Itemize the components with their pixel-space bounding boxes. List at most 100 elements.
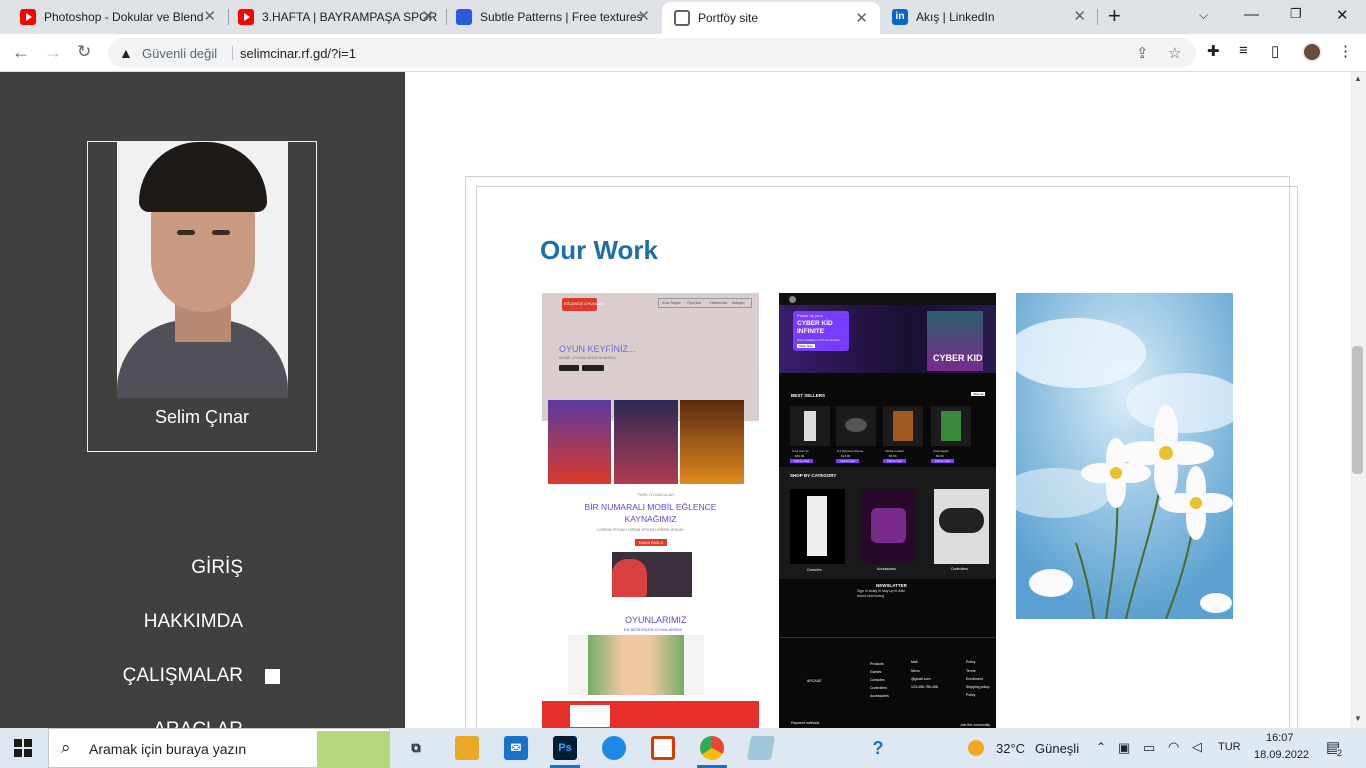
cyber-footer-link: 123-456-789-456 (911, 685, 938, 689)
tab-title: Akış | LinkedIn (916, 10, 995, 24)
cyber-newsletter-text2: brand new boring (857, 594, 885, 598)
close-icon[interactable]: ✕ (421, 9, 434, 25)
cyber-product-name: Cool Gen 3x (792, 449, 809, 453)
close-icon[interactable]: ✕ (1073, 9, 1086, 25)
profile-avatar[interactable] (1302, 42, 1322, 62)
windows-start-icon[interactable] (14, 739, 32, 757)
url-text[interactable]: selimcinar.rf.gd/?i=1 (240, 46, 356, 61)
bookmark-star-icon[interactable]: ☆ (1168, 44, 1181, 62)
nav-araclar[interactable]: ARAÇLAR (153, 719, 243, 728)
subtle-patterns-icon (456, 9, 472, 25)
nav-giris[interactable]: GİRİŞ (191, 557, 243, 579)
cyber-view-all: View all (971, 392, 986, 396)
cyber-product-price: $9.99 (936, 454, 944, 458)
scroll-up-arrow-icon[interactable]: ▲ (1354, 74, 1362, 83)
cyber-footer-link: Menu (911, 669, 920, 673)
tab-portfoy[interactable]: Portföy site ✕ (662, 2, 880, 34)
cyber-footer-right: Join the community (960, 723, 991, 727)
wifi-icon[interactable]: ◠ (1168, 739, 1179, 755)
linkedin-icon: in (892, 9, 908, 25)
cyber-footer-link: Controllers (870, 686, 887, 690)
clock-date[interactable]: 18.09.2022 (1254, 749, 1309, 761)
chevron-down-icon[interactable]: ⌵ (1199, 8, 1208, 23)
weather-desc[interactable]: Güneşli (1035, 741, 1079, 756)
back-arrow-icon[interactable]: ← (12, 43, 30, 61)
profile-photo (117, 142, 288, 398)
sidebar: Selim Çınar GİRİŞ HAKKIMDA ÇALIŞMALAR AR… (0, 72, 405, 728)
taskbar-search[interactable]: ⌕ Aramak için buraya yazın (48, 728, 390, 768)
nav-hakkimda[interactable]: HAKKIMDA (144, 611, 243, 633)
cyber-category-label: Accessories (877, 567, 896, 571)
forward-arrow-icon[interactable]: → (44, 43, 62, 61)
more-menu-icon[interactable]: ⋮ (1338, 42, 1353, 60)
speaker-icon[interactable]: ◁ (1192, 739, 1202, 755)
search-placeholder[interactable]: Aramak için buraya yazın (89, 741, 246, 757)
language-indicator[interactable]: TUR (1218, 741, 1241, 753)
task-view-icon[interactable]: ⧉ (404, 736, 428, 760)
cyber-footer-link: Accessories (870, 694, 889, 698)
cyber-product-price: $49.99 (795, 454, 805, 458)
work-item-flowers[interactable] (1016, 293, 1233, 619)
security-label[interactable]: Güvenli değil (142, 46, 217, 61)
tab-linkedin[interactable]: in Akış | LinkedIn ✕ (880, 0, 1098, 34)
share-icon[interactable]: ⇪ (1136, 44, 1149, 62)
page-scrollbar[interactable]: ▲ ▼ (1350, 72, 1366, 728)
tab-photoshop[interactable]: Photoshop - Dokular ve Blend ✕ (8, 0, 228, 34)
globe-icon (674, 10, 690, 26)
tab-title: Portföy site (698, 11, 759, 25)
extensions-icon[interactable]: ✚ (1207, 42, 1220, 60)
omnibox[interactable]: ▲ Güvenli değil selimcinar.rf.gd/?i=1 ⇪ … (108, 38, 1196, 68)
game-hero-text: OYUN KEYFİNİZ... (559, 344, 636, 354)
browser-tab-bar: Photoshop - Dokular ve Blend ✕ 3.HAFTA |… (0, 0, 1366, 34)
new-tab-button[interactable]: + (1108, 5, 1121, 27)
cyber-footer-link: Terms (966, 669, 976, 673)
nav-calismalar[interactable]: ÇALIŞMALAR (123, 665, 243, 687)
sun-icon[interactable] (968, 740, 984, 756)
work-item-cyber-kid[interactable]: Power up your CYBER KİD INFINITE Now ava… (779, 293, 996, 728)
notepad-icon[interactable] (746, 736, 776, 760)
close-icon[interactable]: ✕ (637, 9, 650, 25)
chrome-icon[interactable] (700, 736, 724, 760)
warning-icon[interactable]: ▲ (119, 45, 133, 61)
office-icon[interactable] (651, 736, 675, 760)
cyber-add-to-cart: Add to Cart (883, 459, 907, 463)
cyber-best-sellers: BEST SELLERS (791, 393, 826, 398)
address-toolbar: ← → ↻ ▲ Güvenli değil selimcinar.rf.gd/?… (0, 34, 1366, 72)
profile-name: Selim Çınar (154, 407, 250, 427)
hardware-icon[interactable]: ▣ (1118, 740, 1130, 756)
work-item-mobile-game[interactable]: EĞLENCE OYUNLARI Ana Sayfa Oyunlar Hakkı… (542, 293, 759, 728)
weather-temp[interactable]: 32°C (996, 741, 1025, 756)
cyber-footer-left: Payment methods (791, 721, 820, 725)
battery-icon[interactable]: ▭ (1143, 740, 1155, 756)
cyber-hero-title: CYBER KİD INFINITE (797, 320, 833, 335)
tab-subtle-patterns[interactable]: Subtle Patterns | Free textures ✕ (444, 0, 662, 34)
cyber-product-name: Cinemagain (933, 449, 950, 453)
help-icon[interactable]: ? (866, 736, 890, 760)
game-games-sub: EN BEĞENİLEN OYUNLARIMIZ (624, 627, 683, 632)
tab-bayrampasa[interactable]: 3.HAFTA | BAYRAMPAŞA SPOR ✕ (226, 0, 446, 34)
window-close-icon[interactable]: ✕ (1336, 6, 1349, 24)
scroll-down-arrow-icon[interactable]: ▼ (1354, 714, 1362, 723)
reload-icon[interactable]: ↻ (77, 43, 91, 61)
restore-icon[interactable]: ❐ (1290, 6, 1302, 22)
chevron-up-icon[interactable]: ⌃ (1096, 740, 1106, 754)
file-explorer-icon[interactable] (455, 736, 479, 760)
cyber-footer-link: Enrollment (966, 677, 983, 681)
side-panel-icon[interactable]: ▯ (1271, 42, 1279, 60)
close-icon[interactable]: ✕ (203, 9, 216, 25)
media-icon[interactable]: ≡ (1239, 42, 1248, 59)
edge-icon[interactable] (602, 736, 626, 760)
cyber-product-name: GT Wireless Mouse (837, 449, 864, 453)
clock-time[interactable]: 16:07 (1266, 732, 1294, 744)
cyber-footer-link: Games (870, 670, 882, 674)
cyber-product-name: Infinite Loader (885, 449, 905, 453)
omnibox-divider (232, 46, 233, 60)
mail-icon[interactable]: ✉ (504, 736, 528, 760)
close-icon[interactable]: ✕ (855, 11, 868, 27)
photoshop-icon[interactable]: Ps (553, 736, 577, 760)
game-games-title: OYUNLARIMIZ (625, 615, 687, 625)
active-indicator (265, 669, 280, 684)
minimize-icon[interactable]: — (1244, 6, 1259, 23)
scrollbar-thumb[interactable] (1352, 346, 1363, 474)
cyber-shop-category: SHOP BY CATEGORY (790, 473, 837, 478)
